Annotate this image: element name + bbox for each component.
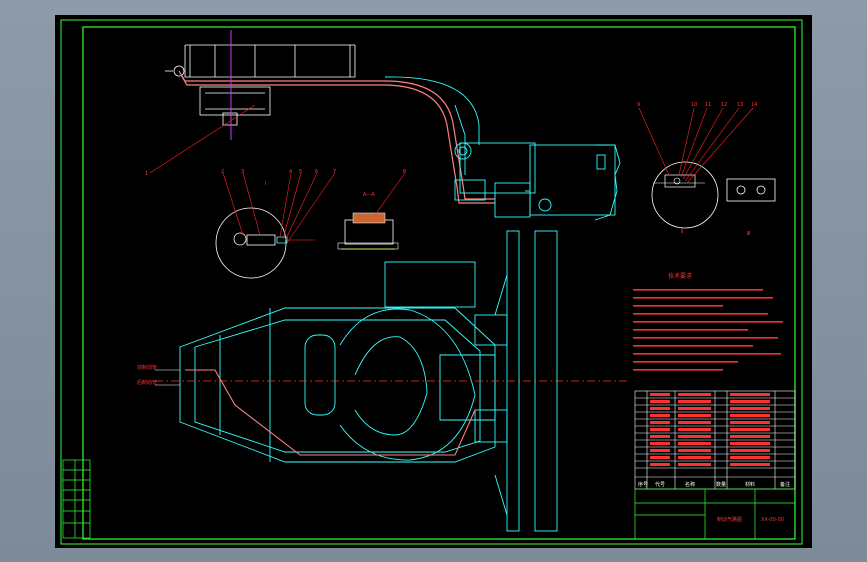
side-label-front: 前制动管 — [137, 364, 157, 371]
balloon-6: 6 — [315, 169, 318, 175]
title-header-qty: 数量 — [716, 481, 726, 488]
balloon-1: 1 — [145, 171, 148, 177]
balloon-9: 9 — [637, 102, 640, 108]
balloon-2: 2 — [221, 169, 224, 175]
balloon-4: 4 — [289, 169, 292, 175]
drawing-code: XX-00-00 — [761, 517, 784, 523]
balloon-5: 5 — [299, 169, 302, 175]
title-header-code: 代号 — [655, 481, 665, 488]
side-labels: 前制动管 后制动管 — [137, 364, 180, 386]
drawing-name: 制动气路图 — [717, 516, 742, 523]
balloon-12: 12 — [721, 102, 727, 108]
balloon-8: 8 — [403, 169, 406, 175]
cad-drawing: A—A Ⅱ Ⅲ 技术要求 序号 代号 名称 数量 材料 备注 制动气路图 XX-… — [60, 19, 803, 545]
title-block — [634, 488, 796, 540]
title-header-material: 材料 — [745, 481, 755, 488]
title-header-name: 名称 — [685, 481, 695, 488]
parts-list — [634, 390, 796, 490]
tech-requirements: 技术要求 — [633, 272, 783, 371]
parts-list-fill — [650, 393, 770, 466]
side-label-rear: 后制动管 — [137, 379, 157, 386]
detail-3-title: Ⅲ — [747, 231, 750, 237]
balloon-13: 13 — [737, 102, 743, 108]
detail-1-title: Ⅰ — [265, 181, 266, 187]
upper-frame-cyan — [384, 76, 621, 221]
detail-view-1 — [215, 207, 315, 279]
balloon-14: 14 — [751, 102, 757, 108]
balloon-11: 11 — [705, 102, 711, 108]
balloon-10: 10 — [691, 102, 697, 108]
detail-view-3: Ⅲ — [726, 178, 776, 237]
section-aa-title: A—A — [363, 192, 375, 198]
title-block-text: 序号 代号 名称 数量 材料 备注 制动气路图 XX-00-00 — [638, 481, 790, 523]
detail-view-2: Ⅱ — [651, 161, 719, 235]
balloon-7: 7 — [333, 169, 336, 175]
left-margin-table — [62, 459, 91, 539]
balloon-3: 3 — [241, 169, 244, 175]
section-aa-part: A—A — [337, 192, 399, 250]
tech-requirements-title: 技术要求 — [668, 272, 692, 280]
cad-viewport[interactable]: A—A Ⅱ Ⅲ 技术要求 序号 代号 名称 数量 材料 备注 制动气路图 XX-… — [55, 15, 812, 548]
title-header-remark: 备注 — [780, 481, 790, 488]
title-header-seq: 序号 — [638, 481, 648, 488]
detail-2-title: Ⅱ — [681, 229, 683, 235]
